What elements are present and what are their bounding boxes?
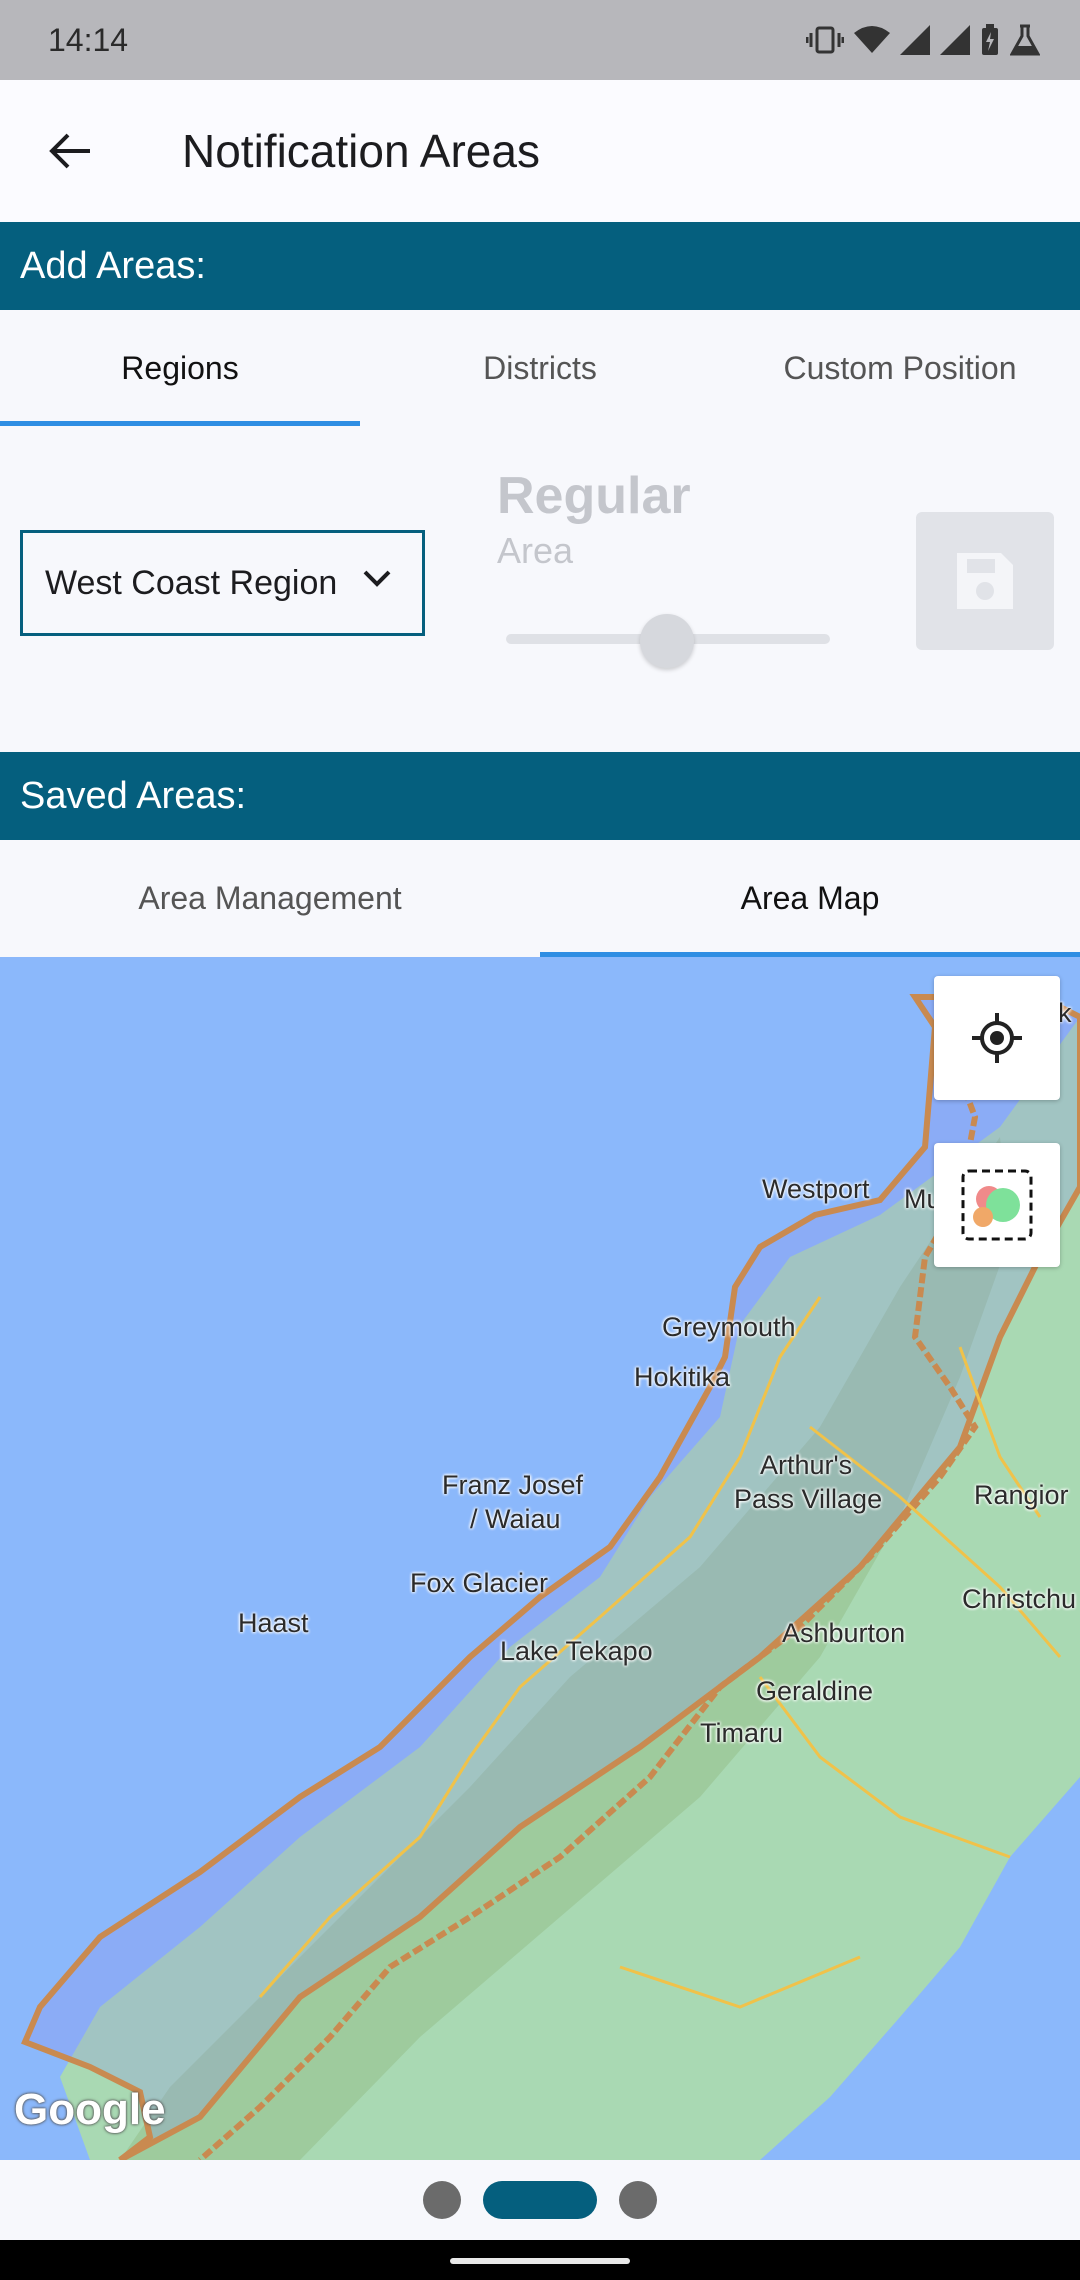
tab-custom-position[interactable]: Custom Position — [720, 310, 1080, 426]
save-icon — [957, 553, 1013, 609]
saved-areas-title: Saved Areas: — [20, 774, 247, 817]
map-label-arthurs-pass-2: Pass Village — [734, 1484, 883, 1514]
saved-areas-tabs: Area Management Area Map — [0, 840, 1080, 957]
home-handle[interactable] — [450, 2258, 630, 2264]
tab-area-management-label: Area Management — [138, 880, 402, 916]
area-overlay-toggle-button[interactable] — [934, 1143, 1060, 1267]
back-button[interactable] — [0, 80, 140, 222]
tab-custom-position-label: Custom Position — [783, 349, 1017, 386]
map-label-geraldine: Geraldine — [756, 1676, 874, 1706]
map-label-haast: Haast — [238, 1608, 309, 1638]
tab-area-map[interactable]: Area Map — [540, 840, 1080, 957]
status-bar: 14:14 — [0, 0, 1080, 80]
map-terrain — [21, 994, 1080, 2160]
tab-districts[interactable]: Districts — [360, 310, 720, 426]
region-controls: West Coast Region Regular Area — [0, 426, 1080, 752]
map-label-edge: k — [1058, 998, 1072, 1028]
map-label-timaru: Timaru — [700, 1718, 784, 1748]
my-location-icon — [972, 1013, 1022, 1063]
google-attribution: Google — [14, 2085, 166, 2134]
page-dot-2-active[interactable] — [483, 2181, 597, 2219]
map-label-franz-josef-2: / Waiau — [470, 1504, 561, 1534]
map-label-ashburton: Ashburton — [782, 1618, 906, 1648]
add-areas-tabs: Regions Districts Custom Position — [0, 310, 1080, 426]
page-dot-3[interactable] — [619, 2181, 657, 2219]
map-label-hokitika: Hokitika — [634, 1362, 731, 1392]
map-label-fox-glacier: Fox Glacier — [410, 1568, 549, 1598]
map-label-lake-tekapo: Lake Tekapo — [500, 1636, 653, 1666]
flask-icon — [1010, 24, 1040, 56]
map-label-franz-josef-1: Franz Josef — [442, 1470, 584, 1500]
battery-icon — [982, 24, 998, 55]
area-map[interactable]: Westport Murchison Greymouth Hokitika Ar… — [0, 957, 1080, 2160]
region-dropdown-value: West Coast Region — [45, 563, 338, 602]
chevron-down-icon — [363, 570, 391, 587]
map-label-rangiora: Rangior — [974, 1480, 1069, 1510]
arrow-back-icon — [49, 133, 90, 169]
map-label-christchurch: Christchu — [962, 1584, 1077, 1614]
map-label-greymouth: Greymouth — [662, 1312, 796, 1342]
save-button[interactable] — [916, 512, 1054, 650]
wifi-icon — [854, 26, 890, 53]
tab-regions-label: Regions — [121, 349, 239, 386]
system-nav-bar — [0, 2240, 1080, 2280]
tab-regions[interactable]: Regions — [0, 310, 360, 426]
tab-districts-label: Districts — [483, 349, 597, 386]
region-dropdown[interactable]: West Coast Region — [20, 530, 425, 636]
vibrate-icon — [806, 26, 844, 54]
tab-area-management[interactable]: Area Management — [0, 840, 540, 957]
tab-area-map-label: Area Map — [740, 880, 880, 916]
add-areas-header: Add Areas: — [0, 222, 1080, 310]
area-size-slider-thumb[interactable] — [640, 614, 694, 668]
page-title: Notification Areas — [182, 125, 540, 177]
map-label-arthurs-pass-1: Arthur's — [760, 1450, 853, 1480]
area-type-title: Regular — [497, 467, 691, 525]
area-type-subtitle: Area — [497, 530, 574, 571]
saved-areas-header: Saved Areas: — [0, 752, 1080, 840]
page-indicator — [0, 2160, 1080, 2240]
page-dot-1[interactable] — [423, 2181, 461, 2219]
add-areas-title: Add Areas: — [20, 244, 206, 287]
status-icons — [806, 24, 1040, 56]
area-overlay-icon — [961, 1169, 1033, 1241]
signal-icon — [900, 25, 930, 55]
map-label-westport: Westport — [762, 1174, 870, 1204]
app-bar: Notification Areas — [0, 80, 1080, 222]
my-location-button[interactable] — [934, 976, 1060, 1100]
status-time: 14:14 — [48, 21, 129, 58]
signal-icon-2 — [940, 25, 970, 55]
